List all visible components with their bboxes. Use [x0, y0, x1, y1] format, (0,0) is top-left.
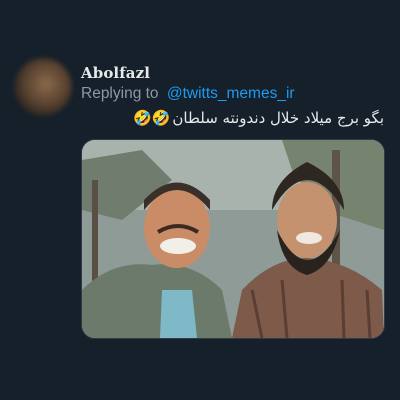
tweet-text-body: بگو برج میلاد خلال دندونته سلطان [172, 109, 384, 127]
laughing-emoji-icon: 🤣🤣 [133, 109, 171, 127]
reply-tweet[interactable]: Abolfazl Replying to @twitts_memes_ir بگ… [0, 0, 400, 400]
reply-prefix: Replying to [81, 85, 159, 102]
reply-handle-link[interactable]: @twitts_memes_ir [167, 85, 295, 102]
author-name[interactable]: Abolfazl [81, 64, 150, 82]
tweet-text: بگو برج میلاد خلال دندونته سلطان🤣🤣 [133, 109, 384, 127]
reply-context: Replying to @twitts_memes_ir [81, 85, 295, 103]
user-avatar[interactable] [14, 58, 72, 116]
photo-icon [82, 140, 384, 338]
tweet-media-photo[interactable] [81, 139, 385, 339]
